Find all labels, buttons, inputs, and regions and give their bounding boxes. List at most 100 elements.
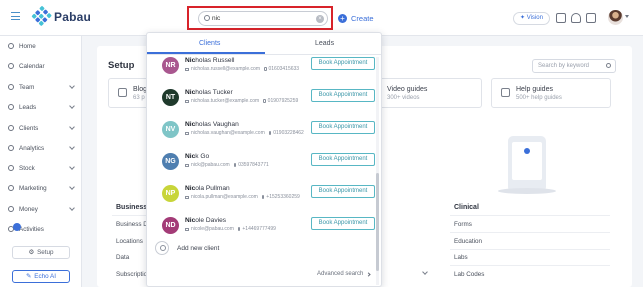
marketing-icon (8, 185, 14, 191)
chevron-down-icon[interactable] (69, 184, 75, 190)
phone-icon (237, 227, 241, 231)
client-result-row[interactable]: NR Nicholas Russell nicholas.russell@examp… (147, 55, 375, 87)
sidebar-item-money[interactable]: Money (8, 203, 78, 215)
book-appointment-button[interactable]: Book Appointment (311, 89, 375, 102)
echo-ai-button[interactable]: ✎ Echo AI (12, 270, 70, 283)
chat-icon[interactable] (586, 13, 596, 23)
analytics-icon (8, 145, 14, 151)
book-appointment-button[interactable]: Book Appointment (311, 121, 375, 134)
email-icon (185, 227, 189, 231)
user-avatar[interactable] (608, 10, 623, 25)
logo[interactable]: Pabau (31, 5, 92, 27)
chevron-down-icon[interactable] (69, 103, 75, 109)
chevron-down-icon[interactable] (69, 205, 75, 211)
search-results-dropdown: Clients Leads NR Nicholas Russell nicholas… (146, 32, 382, 287)
home-icon (8, 43, 14, 49)
sidebar-item-label: Money (19, 205, 38, 213)
keyword-search-input[interactable]: Search by keyword (532, 59, 616, 73)
phone-illustration (508, 136, 546, 192)
notification-bell-icon[interactable] (571, 13, 581, 23)
phone-icon (263, 99, 266, 103)
email-icon (185, 99, 189, 103)
blog-icon (118, 88, 127, 97)
brand-name: Pabau (54, 10, 92, 24)
email-icon (185, 195, 189, 199)
top-bar: Pabau × + Create ✦ Vision (0, 0, 643, 36)
business-item[interactable]: Data (116, 254, 129, 261)
client-result-row[interactable]: NP Nicola Pullman nicola.pullman@example.c… (147, 183, 375, 215)
sidebar-item-label: Home (19, 42, 36, 50)
sidebar-item-team[interactable]: Team (8, 81, 78, 93)
tab-clients[interactable]: Clients (199, 40, 220, 47)
chevron-down-icon[interactable] (69, 144, 75, 150)
clinical-item[interactable]: Forms (454, 221, 472, 228)
scrollbar-thumb[interactable] (376, 173, 379, 271)
client-avatar: NP (162, 185, 179, 202)
divider (450, 232, 610, 233)
sidebar-item-home[interactable]: Home (8, 40, 78, 52)
client-result-row[interactable]: NV Nicholas Vaughan nicholas.vaughan@examp… (147, 119, 375, 151)
client-avatar: ND (162, 217, 179, 234)
clinical-item[interactable]: Labs (454, 254, 468, 261)
client-contact: nicholas.tucker@example.com 01907925259 (185, 98, 298, 104)
client-name: Nicola Pullman (185, 185, 230, 192)
vision-button[interactable]: ✦ Vision (513, 12, 550, 25)
stock-icon (8, 165, 14, 171)
search-icon (204, 15, 210, 21)
global-search[interactable]: × (198, 11, 328, 26)
menu-icon[interactable] (11, 12, 20, 20)
chevron-down-icon[interactable] (69, 83, 75, 89)
email-icon (185, 131, 189, 135)
sidebar-item-clients[interactable]: Clients (8, 122, 78, 134)
client-contact: nicholas.russell@example.com 01603415633 (185, 66, 299, 72)
business-item[interactable]: Locations (116, 238, 143, 245)
create-button[interactable]: + Create (338, 11, 374, 25)
add-new-client-button[interactable]: Add new client (155, 241, 219, 255)
tab-leads[interactable]: Leads (315, 40, 334, 47)
client-name: Nicole Davies (185, 217, 227, 224)
client-name: Nick Go (185, 153, 210, 160)
sidebar-item-label: Marketing (19, 184, 47, 192)
calendar-icon[interactable] (556, 13, 566, 23)
client-contact: nicole@pabau.com +14469777499 (185, 226, 276, 232)
book-appointment-button[interactable]: Book Appointment (311, 57, 375, 70)
help-guides-card[interactable]: Help guides 500+ help guides (491, 78, 611, 108)
create-label: Create (351, 13, 374, 23)
sidebar-item-calendar[interactable]: Calendar (8, 60, 78, 72)
sidebar-item-label: Leads (19, 103, 37, 111)
sidebar-item-leads[interactable]: Leads (8, 101, 78, 113)
setup-button[interactable]: ⚙ Setup (12, 246, 70, 259)
chevron-down-icon[interactable] (69, 124, 75, 130)
advanced-search-link[interactable]: Advanced search (317, 271, 371, 277)
book-appointment-button[interactable]: Book Appointment (311, 185, 375, 198)
page-title: Setup (108, 60, 135, 71)
clinical-item[interactable]: Education (454, 238, 482, 245)
chevron-down-icon[interactable] (69, 164, 75, 170)
phone-icon (233, 163, 237, 167)
search-icon (606, 63, 611, 68)
sidebar-item-analytics[interactable]: Analytics (8, 142, 78, 154)
client-result-row[interactable]: NG Nick Go nick@pabau.com 03597843771 Book A… (147, 151, 375, 183)
clinical-item[interactable]: Lab Codes (454, 271, 484, 278)
sidebar-item-label: Activities (19, 225, 44, 233)
search-input[interactable] (212, 13, 312, 24)
pabau-logo-icon (31, 5, 54, 29)
add-person-icon (155, 241, 169, 255)
client-result-row[interactable]: NT Nicholas Tucker nicholas.tucker@example… (147, 87, 375, 119)
sidebar-item-label: Calendar (19, 62, 45, 70)
client-contact: nicholas.vaughan@example.com 01903228462 (185, 130, 304, 136)
chevron-right-icon (366, 271, 371, 277)
divider (450, 265, 610, 266)
chevron-down-icon[interactable] (625, 15, 629, 18)
client-name: Nicholas Tucker (185, 89, 233, 96)
team-icon (8, 84, 14, 90)
book-appointment-button[interactable]: Book Appointment (311, 217, 375, 230)
clear-search-icon[interactable]: × (316, 14, 324, 23)
divider (450, 215, 610, 216)
book-appointment-button[interactable]: Book Appointment (311, 153, 375, 166)
client-name: Nicholas Vaughan (185, 121, 239, 128)
sidebar-item-stock[interactable]: Stock (8, 162, 78, 174)
active-tab-indicator (147, 52, 265, 54)
sidebar-item-marketing[interactable]: Marketing (8, 182, 78, 194)
phone-icon (261, 195, 265, 199)
